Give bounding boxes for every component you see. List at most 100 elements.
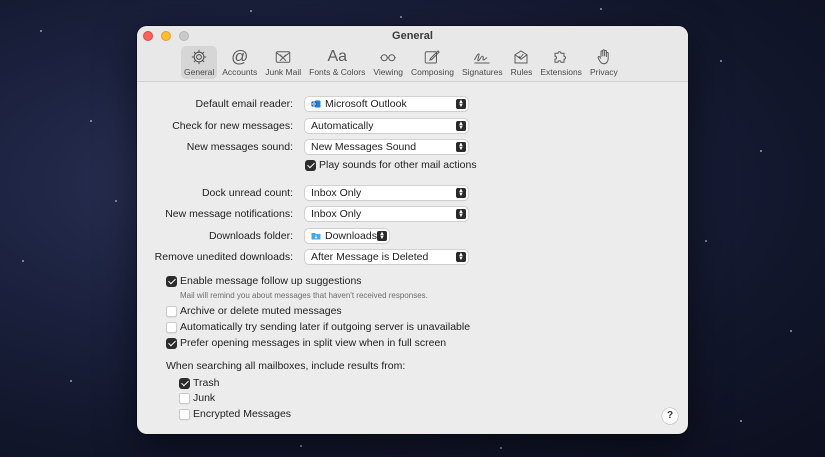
- compose-icon: [423, 48, 441, 66]
- send-later-checkbox[interactable]: [166, 322, 177, 333]
- preferences-toolbar: General @ Accounts Junk Mail Aa Fonts & …: [181, 46, 623, 79]
- setting-label: Dock unread count:: [201, 187, 293, 199]
- setting-label: Remove unedited downloads:: [154, 251, 293, 263]
- star: [600, 8, 602, 10]
- tab-privacy[interactable]: Privacy: [587, 46, 621, 79]
- popup-value: Inbox Only: [311, 187, 362, 199]
- default-email-reader-popup[interactable]: Microsoft Outlook ▲ ▼: [305, 97, 468, 111]
- encrypted-checkbox[interactable]: [179, 409, 190, 420]
- tab-label: Accounts: [222, 67, 258, 77]
- remove-downloads-popup[interactable]: After Message is Deleted ▲ ▼: [305, 250, 468, 264]
- tab-label: Junk Mail: [265, 67, 302, 77]
- mail-preferences-window: General General @ Accounts Junk Mail Aa: [137, 26, 688, 434]
- tab-accounts[interactable]: @ Accounts: [219, 46, 260, 79]
- popup-value: New Messages Sound: [311, 141, 417, 153]
- tab-composing[interactable]: Composing: [408, 46, 457, 79]
- trash-label: Trash: [193, 377, 220, 389]
- setting-label: Downloads folder:: [208, 230, 293, 242]
- popup-arrows-icon: ▲ ▼: [456, 99, 466, 109]
- notifications-popup[interactable]: Inbox Only ▲ ▼: [305, 207, 468, 221]
- star: [70, 380, 72, 382]
- messages-sound-row: New messages sound:: [137, 139, 299, 155]
- split-view-label: Prefer opening messages in split view wh…: [180, 337, 447, 349]
- setting-label: Default email reader:: [195, 98, 293, 110]
- archive-muted-label: Archive or delete muted messages: [180, 305, 342, 317]
- tab-label: General: [184, 67, 215, 77]
- popup-value: After Message is Deleted: [311, 251, 429, 263]
- general-settings-pane: Default email reader: Microsoft Outlook …: [137, 82, 688, 434]
- notifications-row: New message notifications:: [137, 206, 299, 222]
- split-view-checkbox[interactable]: [166, 338, 177, 349]
- tab-label: Viewing: [373, 67, 403, 77]
- puzzle-icon: [552, 48, 570, 66]
- title-bar: General General @ Accounts Junk Mail Aa: [137, 26, 688, 82]
- tab-label: Fonts & Colors: [309, 67, 366, 77]
- tab-extensions[interactable]: Extensions: [537, 46, 585, 79]
- popup-value: Inbox Only: [311, 208, 362, 220]
- archive-muted-checkbox[interactable]: [166, 306, 177, 317]
- default-email-reader-row: Default email reader:: [137, 96, 299, 112]
- messages-sound-popup[interactable]: New Messages Sound ▲ ▼: [305, 140, 468, 154]
- rules-icon: [512, 48, 530, 66]
- tab-signatures[interactable]: Signatures: [459, 46, 506, 79]
- hand-icon: [595, 48, 613, 66]
- tab-fonts-colors[interactable]: Aa Fonts & Colors: [306, 46, 368, 79]
- follow-up-note: Mail will remind you about messages that…: [180, 291, 428, 300]
- setting-label: New message notifications:: [165, 208, 293, 220]
- popup-value: Downloads: [325, 230, 377, 242]
- window-title: General: [392, 30, 433, 42]
- check-messages-row: Check for new messages:: [137, 118, 299, 134]
- dock-unread-row: Dock unread count:: [137, 185, 299, 201]
- tab-general[interactable]: General: [181, 46, 218, 79]
- tab-label: Signatures: [461, 67, 503, 77]
- star: [740, 420, 742, 422]
- play-sounds-checkbox[interactable]: [305, 160, 316, 171]
- search-heading: When searching all mailboxes, include re…: [166, 360, 406, 372]
- star: [40, 30, 42, 32]
- glasses-icon: [379, 48, 397, 66]
- trash-checkbox[interactable]: [179, 378, 190, 389]
- tab-label: Rules: [510, 67, 533, 77]
- tab-junk-mail[interactable]: Junk Mail: [262, 46, 304, 79]
- tab-label: Extensions: [540, 67, 582, 77]
- popup-value: Automatically: [311, 120, 374, 132]
- signature-icon: [473, 48, 491, 66]
- encrypted-label: Encrypted Messages: [193, 408, 292, 420]
- popup-arrows-icon: ▲ ▼: [456, 188, 466, 198]
- star: [720, 60, 722, 62]
- junk-label: Junk: [193, 392, 216, 404]
- check-messages-popup[interactable]: Automatically ▲ ▼: [305, 119, 468, 133]
- star: [705, 240, 707, 242]
- setting-label: New messages sound:: [186, 141, 293, 153]
- play-sounds-label: Play sounds for other mail actions: [319, 159, 477, 171]
- star: [250, 10, 252, 12]
- help-button[interactable]: ?: [662, 408, 678, 424]
- star: [790, 330, 792, 332]
- follow-up-checkbox[interactable]: [166, 276, 177, 287]
- folder-icon: [311, 233, 321, 240]
- dock-unread-popup[interactable]: Inbox Only ▲ ▼: [305, 186, 468, 200]
- downloads-folder-popup[interactable]: Downloads ▲ ▼: [305, 229, 389, 243]
- setting-label: Check for new messages:: [172, 120, 293, 132]
- popup-arrows-icon: ▲ ▼: [456, 142, 466, 152]
- fonts-icon: Aa: [327, 48, 348, 65]
- follow-up-label: Enable message follow up suggestions: [180, 275, 362, 287]
- star: [500, 447, 502, 449]
- tab-viewing[interactable]: Viewing: [370, 46, 406, 79]
- star: [90, 120, 92, 122]
- outlook-icon: [311, 100, 321, 108]
- junk-mail-icon: [274, 48, 292, 66]
- at-icon: @: [231, 47, 249, 66]
- popup-arrows-icon: ▲ ▼: [377, 231, 387, 241]
- tab-label: Composing: [410, 67, 454, 77]
- tab-rules[interactable]: Rules: [508, 46, 536, 79]
- star: [760, 150, 762, 152]
- popup-value: Microsoft Outlook: [325, 98, 407, 110]
- send-later-label: Automatically try sending later if outgo…: [180, 321, 471, 333]
- junk-checkbox[interactable]: [179, 393, 190, 404]
- remove-downloads-row: Remove unedited downloads:: [137, 249, 299, 265]
- popup-arrows-icon: ▲ ▼: [456, 121, 466, 131]
- gear-icon: [190, 48, 208, 66]
- star: [300, 445, 302, 447]
- star: [115, 200, 117, 202]
